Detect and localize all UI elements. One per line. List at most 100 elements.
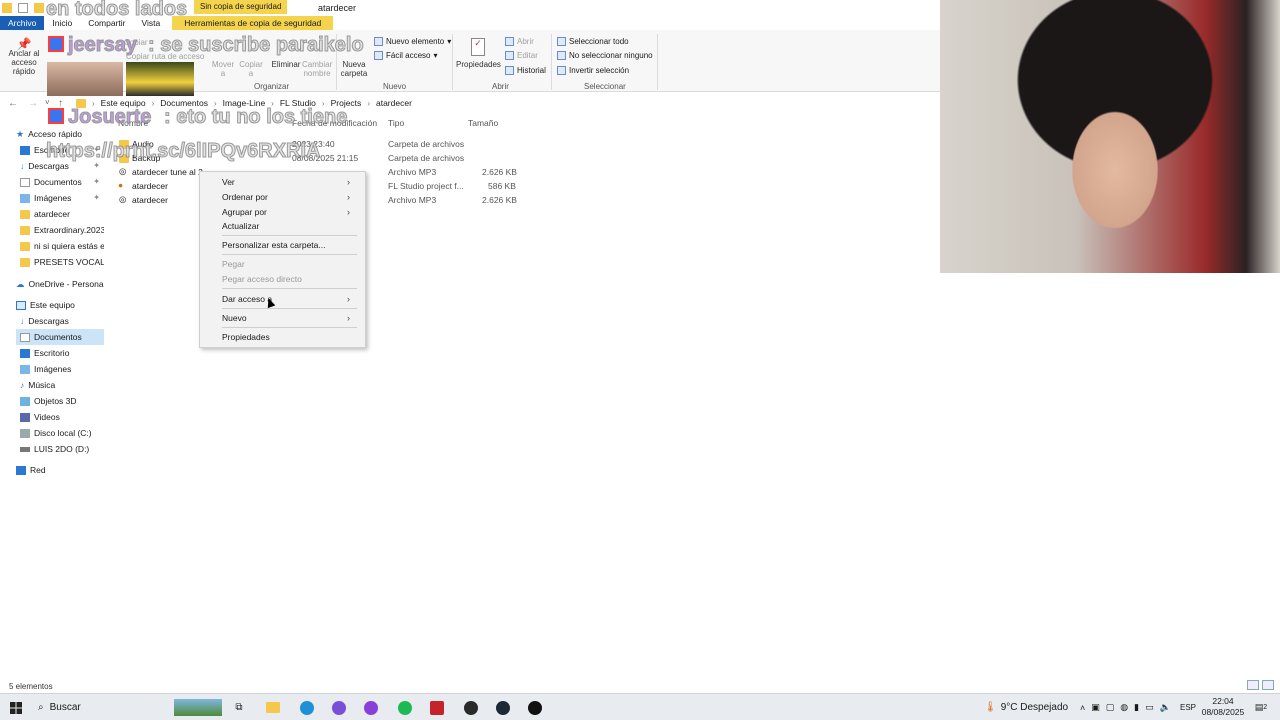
network-icon[interactable]: ▭ bbox=[1145, 702, 1154, 713]
sidebar-item-folder[interactable]: ni si quiera estás est bbox=[20, 238, 104, 254]
notifications-icon[interactable]: ▤ 2 bbox=[1252, 699, 1270, 716]
sidebar-item-documents[interactable]: Documentos bbox=[16, 329, 104, 345]
back-arrow-icon[interactable]: ← bbox=[8, 98, 18, 109]
drive-icon bbox=[20, 428, 30, 438]
menu-item-group-by[interactable]: Agrupar por › bbox=[222, 207, 358, 217]
chat-message: : eto tu no los tiene bbox=[163, 106, 348, 129]
chevron-up-icon[interactable]: ˄ bbox=[1080, 703, 1085, 713]
menu-item-customize-folder[interactable]: Personalizar esta carpeta... bbox=[222, 240, 325, 250]
folder-icon[interactable] bbox=[2, 3, 12, 13]
open-button[interactable]: Abrir bbox=[505, 37, 534, 46]
file-name: atardecer bbox=[132, 181, 168, 191]
invert-selection-button[interactable]: Invertir selección bbox=[557, 66, 629, 75]
edge-icon[interactable] bbox=[298, 699, 316, 716]
file-type: Carpeta de archivos bbox=[388, 139, 465, 149]
easy-access-button[interactable]: Fácil acceso ▾ bbox=[374, 51, 437, 60]
tray-icon[interactable]: ▢ bbox=[1106, 702, 1115, 713]
sidebar-item-drive-c[interactable]: Disco local (C:) bbox=[20, 425, 104, 441]
file-type: FL Studio project f... bbox=[388, 181, 464, 191]
menu-item-properties[interactable]: Propiedades bbox=[222, 332, 270, 342]
spotify-icon[interactable] bbox=[396, 699, 414, 716]
document-icon bbox=[20, 177, 30, 187]
sidebar-item-documents[interactable]: Documentos ✦ bbox=[20, 174, 104, 190]
app-icon[interactable] bbox=[428, 699, 446, 716]
properties-button[interactable]: ✓ Propiedades bbox=[456, 38, 501, 69]
menu-item-paste-shortcut[interactable]: Pegar acceso directo bbox=[222, 274, 302, 284]
menu-item-refresh[interactable]: Actualizar bbox=[222, 221, 259, 231]
sidebar-item-downloads[interactable]: ↓ Descargas bbox=[20, 313, 104, 329]
audio-file-icon: ◎ bbox=[119, 166, 127, 176]
windows-start-icon[interactable] bbox=[8, 699, 24, 716]
video-icon bbox=[20, 412, 30, 422]
fl-studio-icon[interactable] bbox=[462, 699, 480, 716]
volume-icon[interactable]: 🔈 bbox=[1160, 702, 1171, 713]
new-item-button[interactable]: Nuevo elemento ▾ bbox=[374, 37, 451, 46]
input-language[interactable]: ESP bbox=[1180, 699, 1196, 716]
forward-arrow-icon[interactable]: → bbox=[28, 98, 38, 109]
sidebar-item-folder[interactable]: Extraordinary.2023.S bbox=[20, 222, 104, 238]
column-header-size[interactable]: Tamaño bbox=[468, 118, 498, 128]
new-folder-icon[interactable] bbox=[34, 3, 44, 13]
sidebar-item-folder[interactable]: PRESETS VOCALES F bbox=[20, 254, 104, 270]
pin-quick-access-button[interactable]: 📌 Anclar al acceso rápido bbox=[2, 37, 46, 76]
column-header-type[interactable]: Tipo bbox=[388, 118, 404, 128]
search-highlight-image[interactable] bbox=[174, 699, 222, 716]
sidebar-item-3d-objects[interactable]: Objetos 3D bbox=[20, 393, 104, 409]
properties-icon[interactable] bbox=[18, 3, 28, 13]
chat-username: jeersay bbox=[68, 34, 138, 57]
copy-to-button[interactable]: Copiar a bbox=[238, 60, 264, 78]
tab-backup-tools[interactable]: Herramientas de copia de seguridad bbox=[172, 16, 334, 30]
file-explorer-icon[interactable] bbox=[264, 699, 282, 716]
sidebar-item-music[interactable]: ♪ Música bbox=[20, 377, 104, 393]
tray-icon[interactable]: ▣ bbox=[1091, 702, 1100, 713]
tray-icon[interactable]: ◍ bbox=[1120, 702, 1128, 713]
taskbar-search[interactable]: ⌕ Buscar bbox=[38, 699, 81, 716]
overlay-thumbnail-image bbox=[47, 62, 123, 96]
media-player-icon[interactable] bbox=[526, 699, 544, 716]
sidebar-item-videos[interactable]: Videos bbox=[20, 409, 104, 425]
sidebar-item-network[interactable]: Red bbox=[16, 462, 104, 478]
details-view-icon[interactable] bbox=[1247, 680, 1259, 690]
menu-item-sort-by[interactable]: Ordenar por › bbox=[222, 192, 358, 202]
weather-widget[interactable]: 🌡 9°C Despejado bbox=[984, 699, 1068, 716]
sidebar-item-pictures[interactable]: Imágenes bbox=[20, 361, 104, 377]
sidebar-item-pictures[interactable]: Imágenes ✦ bbox=[20, 190, 104, 206]
menu-item-give-access[interactable]: Dar acceso a › bbox=[222, 294, 358, 304]
move-to-button[interactable]: Mover a bbox=[210, 60, 236, 78]
sidebar-item-desktop[interactable]: Escritorio bbox=[20, 345, 104, 361]
clock[interactable]: 22:04 08/08/2025 bbox=[1200, 696, 1246, 718]
canva-icon[interactable] bbox=[362, 699, 380, 716]
breadcrumb-item[interactable]: atardecer bbox=[376, 98, 412, 108]
chevron-right-icon: › bbox=[347, 177, 350, 187]
new-item-icon bbox=[374, 37, 383, 46]
chevron-down-icon[interactable]: ˅ bbox=[45, 98, 50, 107]
group-select-label: Seleccionar bbox=[584, 82, 626, 91]
new-folder-button[interactable]: Nueva carpeta bbox=[338, 60, 370, 78]
open-icon bbox=[505, 37, 514, 46]
menu-item-new[interactable]: Nuevo › bbox=[222, 313, 358, 323]
pin-icon: 📌 bbox=[16, 37, 32, 51]
app-icon[interactable] bbox=[330, 699, 348, 716]
rename-button[interactable]: Cambiar nombre bbox=[302, 60, 332, 78]
sidebar-item-this-pc[interactable]: Este equipo bbox=[16, 297, 104, 313]
tray-icon[interactable]: ▮ bbox=[1134, 702, 1139, 713]
sidebar-item-folder[interactable]: atardecer bbox=[20, 206, 104, 222]
large-icons-view-icon[interactable] bbox=[1262, 680, 1274, 690]
menu-item-view[interactable]: Ver › bbox=[222, 177, 358, 187]
select-all-button[interactable]: Seleccionar todo bbox=[557, 37, 629, 46]
steam-icon[interactable] bbox=[494, 699, 512, 716]
tab-archivo[interactable]: Archivo bbox=[0, 16, 45, 30]
pin-icon: ✦ bbox=[93, 177, 100, 186]
delete-button[interactable]: Eliminar bbox=[270, 60, 302, 69]
menu-separator bbox=[222, 288, 357, 289]
chat-link: https://prnt.sc/6lIPQv6RXRIA bbox=[46, 140, 321, 163]
sidebar-item-onedrive[interactable]: ☁ OneDrive - Personal bbox=[16, 276, 104, 292]
select-none-button[interactable]: No seleccionar ninguno bbox=[557, 51, 653, 60]
task-view-icon[interactable]: ⧉ bbox=[232, 699, 246, 716]
properties-icon: ✓ bbox=[471, 38, 485, 56]
desktop-icon bbox=[20, 145, 30, 155]
sidebar-item-drive-d[interactable]: LUIS 2DO (D:) bbox=[20, 441, 104, 457]
history-button[interactable]: Historial bbox=[505, 66, 546, 75]
menu-item-paste[interactable]: Pegar bbox=[222, 259, 245, 269]
edit-button[interactable]: Editar bbox=[505, 51, 538, 60]
